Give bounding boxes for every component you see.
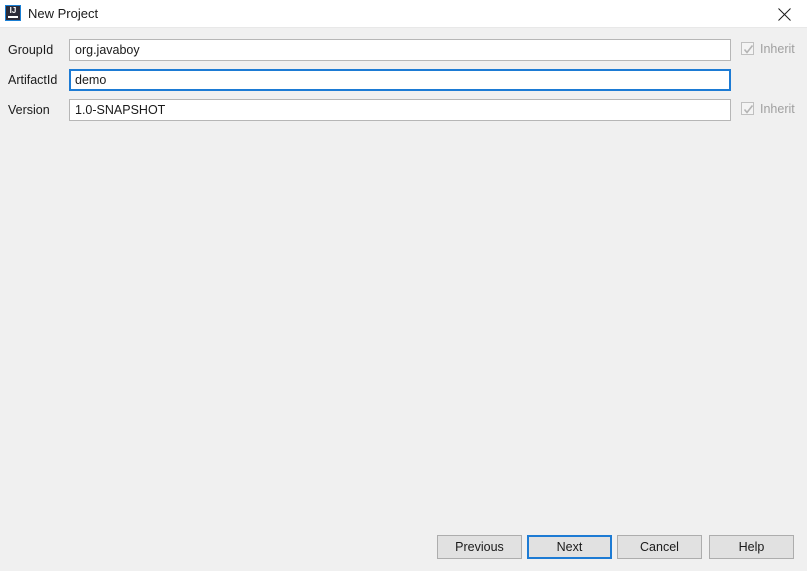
version-inherit-label: Inherit bbox=[760, 102, 795, 116]
close-button[interactable] bbox=[762, 0, 807, 28]
intellij-idea-icon: IJ bbox=[5, 5, 21, 21]
previous-button[interactable]: Previous bbox=[437, 535, 522, 559]
dialog-button-bar: Previous Next Cancel Help bbox=[0, 523, 807, 571]
intellij-idea-icon-bar bbox=[8, 16, 18, 18]
checkbox-icon bbox=[741, 102, 754, 115]
groupid-inherit-label: Inherit bbox=[760, 42, 795, 56]
form-row-version: Version Inherit bbox=[0, 99, 807, 121]
cancel-button[interactable]: Cancel bbox=[617, 535, 702, 559]
artifactid-label: ArtifactId bbox=[8, 73, 58, 87]
version-input[interactable] bbox=[69, 99, 731, 121]
groupid-input[interactable] bbox=[69, 39, 731, 61]
checkbox-icon bbox=[741, 42, 754, 55]
artifactid-input[interactable] bbox=[69, 69, 731, 91]
form-row-artifactid: ArtifactId bbox=[0, 69, 807, 91]
groupid-label: GroupId bbox=[8, 43, 54, 57]
version-label: Version bbox=[8, 103, 50, 117]
next-button[interactable]: Next bbox=[527, 535, 612, 559]
title-bar: IJ New Project bbox=[0, 0, 807, 28]
help-button[interactable]: Help bbox=[709, 535, 794, 559]
window-title: New Project bbox=[28, 6, 99, 21]
form-row-groupid: GroupId Inherit bbox=[0, 39, 807, 61]
intellij-idea-icon-text: IJ bbox=[9, 6, 17, 15]
